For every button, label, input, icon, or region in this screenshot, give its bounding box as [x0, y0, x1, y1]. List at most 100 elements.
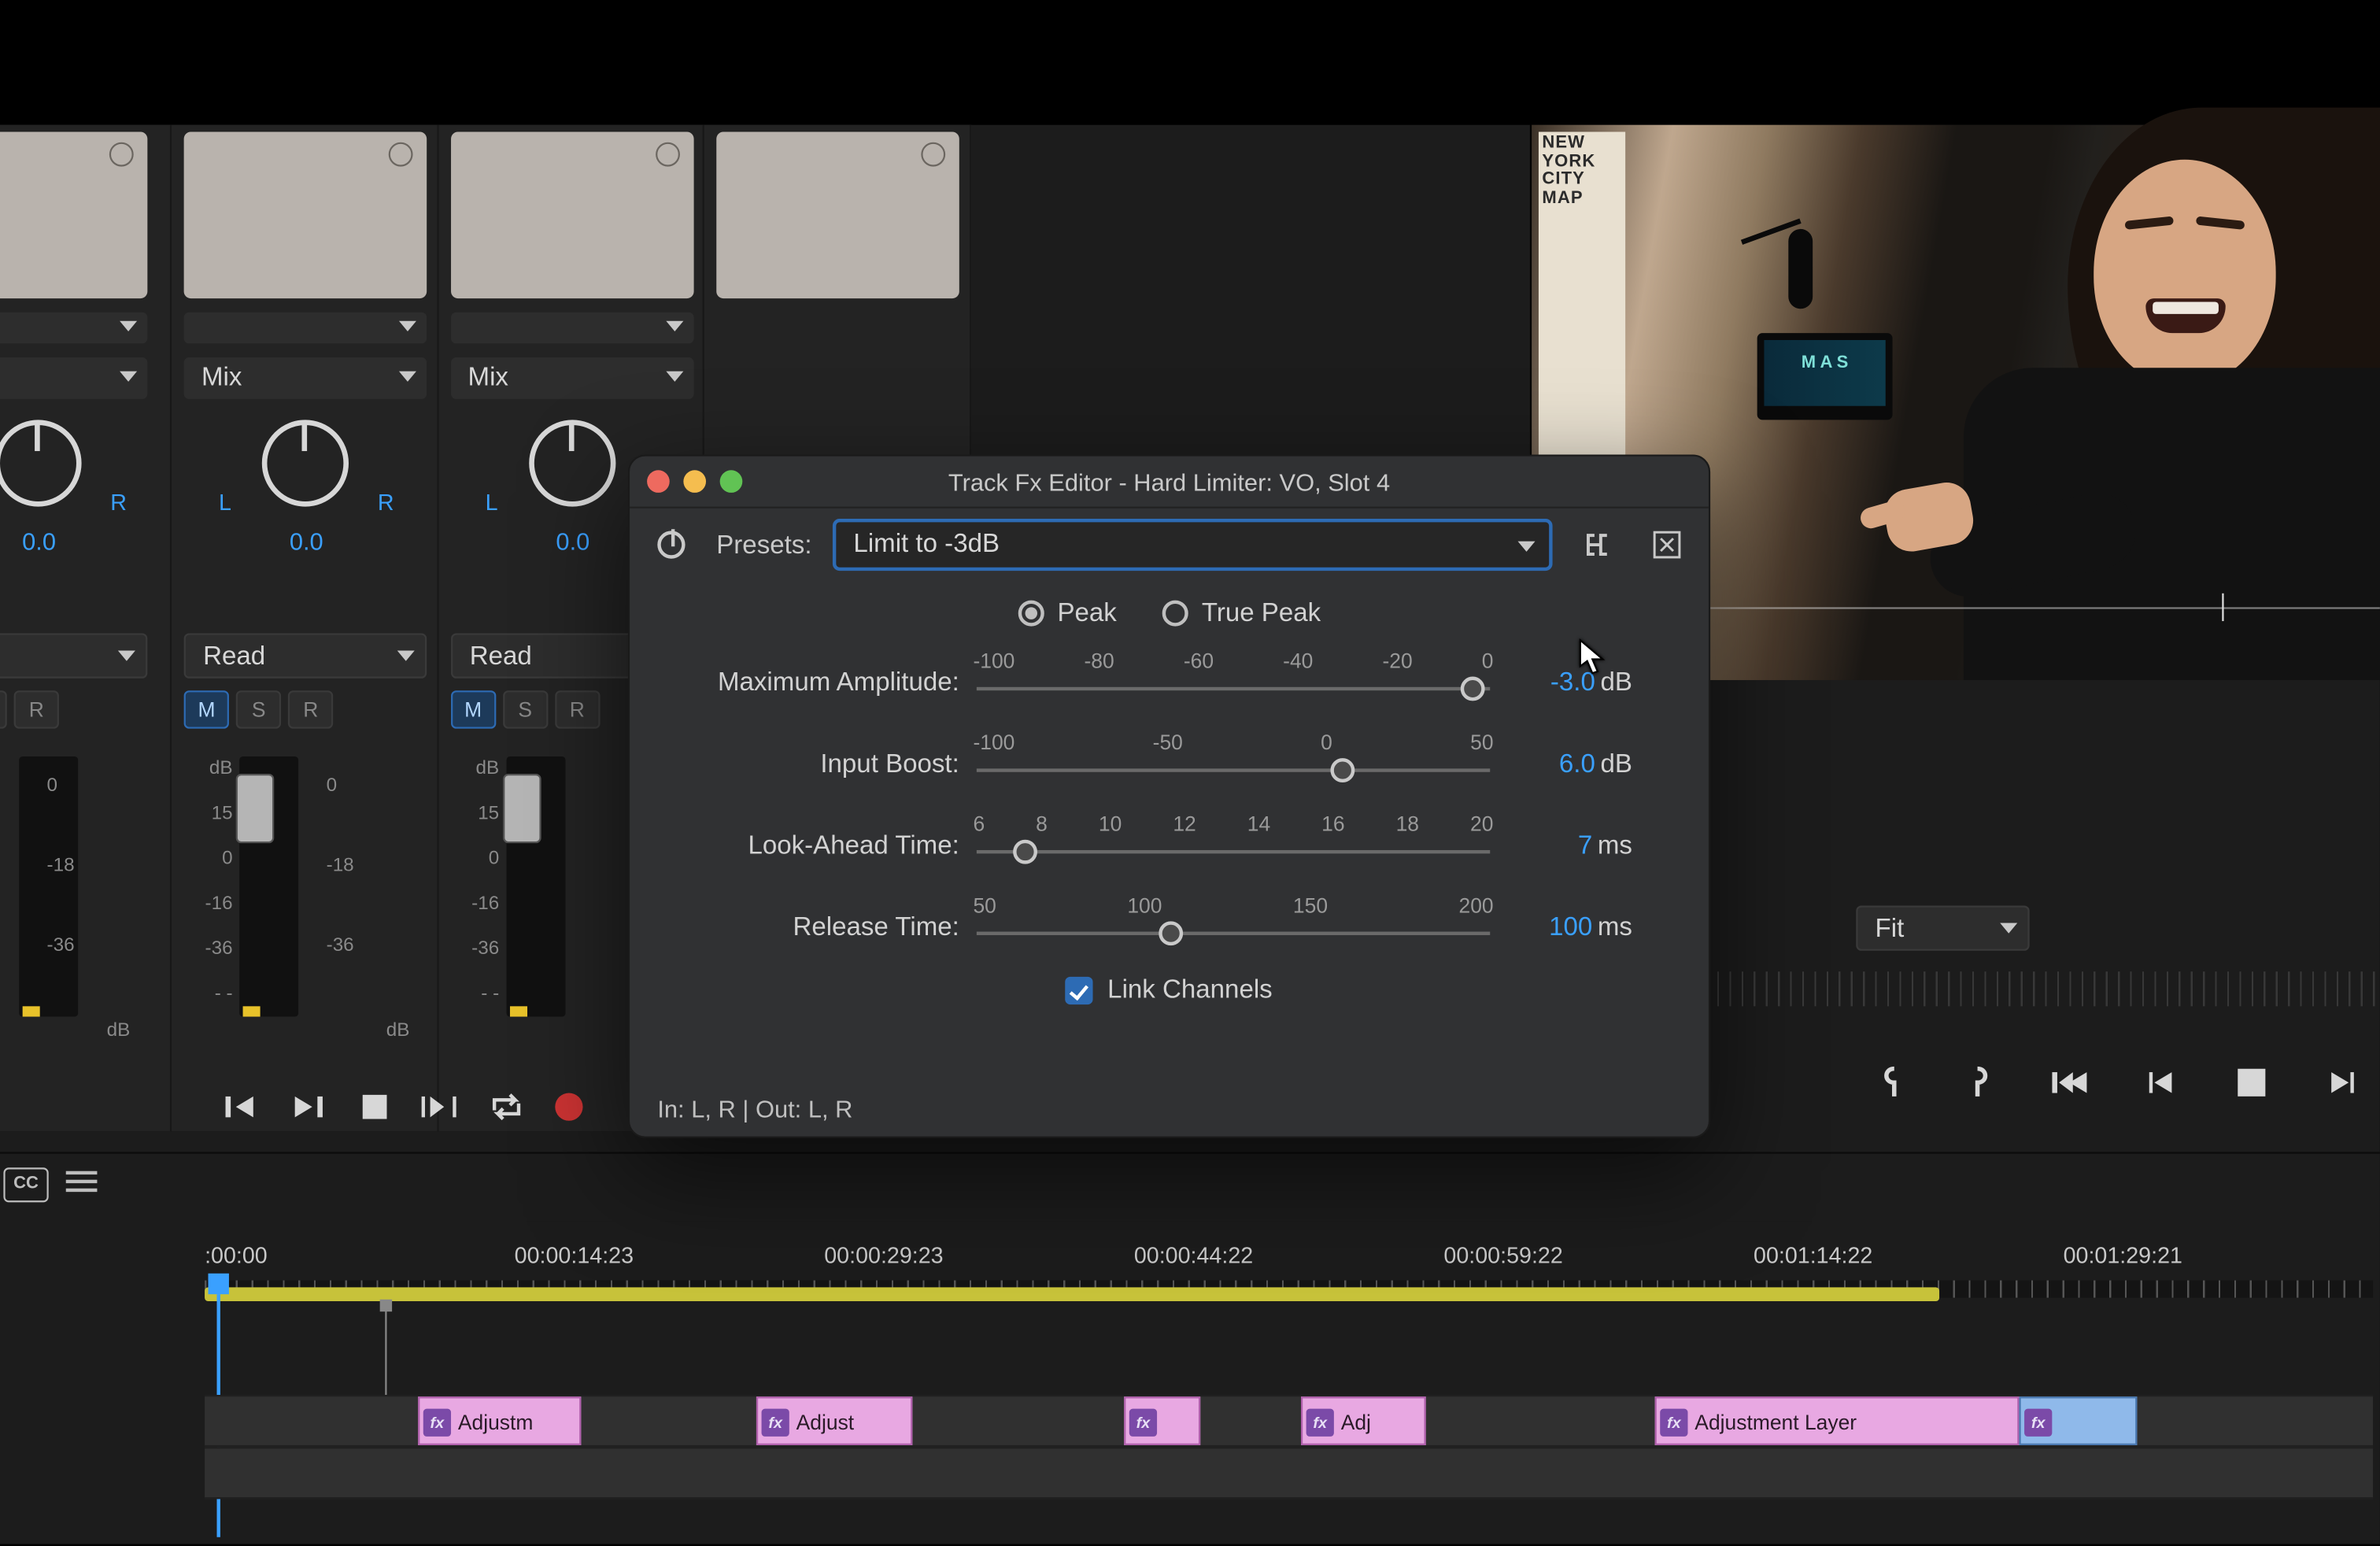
dialog-title: Track Fx Editor - Hard Limiter: VO, Slot… [948, 468, 1390, 496]
play-in-out-button[interactable] [416, 1086, 465, 1128]
send-dropdown[interactable] [0, 357, 147, 399]
lookahead-value[interactable]: 7 [1578, 831, 1592, 860]
true-peak-radio[interactable]: True Peak [1162, 598, 1321, 627]
record-arm-button[interactable]: R [555, 690, 600, 728]
input-boost-value[interactable]: 6.0 [1559, 749, 1595, 779]
channel-map-button[interactable] [1573, 520, 1622, 569]
zoom-window-button[interactable] [720, 470, 743, 493]
fx-slot[interactable] [717, 132, 960, 299]
record-button[interactable] [555, 1093, 582, 1121]
pan-knob[interactable]: R 0.0 [0, 420, 139, 575]
mute-button[interactable]: M [450, 690, 495, 728]
max-amplitude-row: Maximum Amplitude: -100-80-60-40-200 -3.… [664, 642, 1674, 723]
dialog-titlebar[interactable]: Track Fx Editor - Hard Limiter: VO, Slot… [630, 457, 1709, 509]
monitor-ruler[interactable] [1717, 971, 2380, 1006]
chevron-down-icon [666, 321, 683, 331]
go-to-in-button[interactable] [219, 1086, 268, 1128]
preset-dropdown[interactable]: Limit to -3dB [833, 519, 1553, 571]
pan-right-label: R [378, 490, 394, 516]
work-area-bar[interactable] [205, 1287, 1939, 1301]
pan-left-label: L [219, 490, 231, 516]
clip[interactable]: fxAdjustm [418, 1396, 581, 1445]
fx-slot-dropdown[interactable] [450, 313, 693, 344]
mute-button[interactable]: M [184, 690, 229, 728]
go-to-start-button[interactable] [2043, 1058, 2099, 1107]
peak-radio[interactable]: Peak [1018, 598, 1117, 627]
solo-button[interactable]: S [236, 690, 281, 728]
fx-slot-dropdown[interactable] [0, 313, 147, 344]
slider-thumb[interactable] [1330, 757, 1354, 782]
video-track[interactable]: fxAdjustmfxAdjustfxfxAdjfxAdjustment Lay… [205, 1395, 2373, 1447]
chevron-down-icon [666, 372, 683, 382]
pan-knob[interactable]: L R 0.0 [207, 420, 406, 575]
track-fx-editor-dialog: Track Fx Editor - Hard Limiter: VO, Slot… [628, 454, 1710, 1137]
fx-slot[interactable] [0, 132, 147, 299]
release-value[interactable]: 100 [1549, 912, 1592, 941]
step-forward-button[interactable] [2314, 1058, 2370, 1107]
input-boost-slider[interactable]: -100-50050 [973, 730, 1493, 799]
close-window-button[interactable] [647, 470, 670, 493]
send-dropdown[interactable]: Mix [450, 357, 693, 399]
fader-handle[interactable] [503, 774, 541, 843]
mark-out-button[interactable] [1953, 1058, 2009, 1107]
max-amplitude-slider[interactable]: -100-80-60-40-200 [973, 648, 1493, 717]
poster: NEWYORKCITYMAP [1539, 132, 1625, 479]
pan-right-label: R [110, 490, 127, 516]
pan-value[interactable]: 0.0 [0, 527, 139, 555]
go-to-out-button[interactable] [284, 1086, 333, 1128]
zoom-dropdown[interactable]: Fit [1856, 905, 2029, 950]
record-arm-button[interactable]: R [288, 690, 333, 728]
slider-thumb[interactable] [1159, 920, 1183, 945]
mixer-transport [219, 1086, 583, 1128]
loop-button[interactable] [482, 1086, 531, 1128]
playhead[interactable] [208, 1274, 228, 1294]
edit-line[interactable] [385, 1304, 386, 1401]
clip[interactable]: fx [2019, 1396, 2137, 1445]
menu-icon[interactable] [66, 1171, 98, 1196]
chevron-down-icon [120, 372, 137, 382]
mark-in-button[interactable] [1863, 1058, 1919, 1107]
link-channels-checkbox[interactable] [1066, 976, 1093, 1004]
clip[interactable]: fxAdj [1301, 1396, 1426, 1445]
delete-preset-button[interactable] [1643, 520, 1691, 569]
fx-slot-dropdown[interactable] [184, 313, 427, 344]
monitor-transport [1863, 1058, 2370, 1107]
fx-badge-icon: fx [1129, 1409, 1157, 1437]
chevron-down-icon [118, 651, 135, 661]
stop-button[interactable] [2224, 1058, 2280, 1107]
chevron-down-icon [397, 651, 415, 661]
clip[interactable]: fx [1124, 1396, 1200, 1445]
fader-handle[interactable] [236, 774, 274, 843]
automation-dropdown[interactable]: Read [184, 633, 427, 678]
clip-label: Adjustm [458, 1411, 534, 1435]
step-back-button[interactable] [2134, 1058, 2190, 1107]
release-row: Release Time: 50100150200 100ms [664, 886, 1674, 968]
fader[interactable]: dB150-16-36- - 0-18-36 dB [184, 746, 427, 1041]
record-arm-button[interactable]: R [14, 690, 59, 728]
laptop: M A S [1757, 333, 1893, 420]
release-slider[interactable]: 50100150200 [973, 893, 1493, 962]
clip[interactable]: fxAdjust [756, 1396, 912, 1445]
radio-icon [1162, 601, 1188, 627]
video-track-2[interactable] [205, 1447, 2373, 1499]
fx-slot[interactable] [450, 132, 693, 299]
cc-button[interactable]: CC [3, 1167, 48, 1202]
clip[interactable]: fxAdjustment Layer [1655, 1396, 2020, 1445]
bypass-button[interactable] [647, 520, 696, 569]
solo-button[interactable]: S [503, 690, 548, 728]
minimize-window-button[interactable] [683, 470, 706, 493]
lookahead-slider[interactable]: 68101214161820 [973, 811, 1493, 880]
fader[interactable]: 0-18-36 dB [0, 746, 147, 1041]
timeline-ruler-labels: :00:00 00:00:14:23 00:00:29:23 00:00:44:… [205, 1242, 2373, 1280]
slider-thumb[interactable] [1013, 839, 1037, 864]
max-amplitude-value[interactable]: -3.0 [1550, 668, 1595, 697]
chevron-down-icon [399, 321, 416, 331]
solo-button[interactable]: S [0, 690, 7, 728]
pan-value[interactable]: 0.0 [207, 527, 406, 555]
send-dropdown[interactable]: Mix [184, 357, 427, 399]
stop-button[interactable] [350, 1086, 399, 1128]
fx-slot[interactable] [184, 132, 427, 299]
slider-thumb[interactable] [1461, 675, 1485, 700]
clip-label: Adjust [796, 1411, 855, 1435]
automation-dropdown[interactable]: d [0, 633, 147, 678]
